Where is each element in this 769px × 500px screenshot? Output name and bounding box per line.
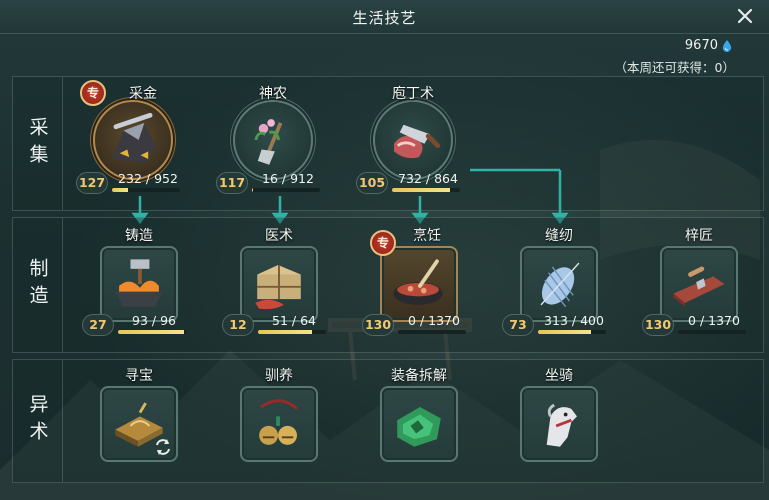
skill-sewing[interactable]: 缝纫 73 313 / 400 xyxy=(502,226,614,341)
skill-progress-bar xyxy=(118,330,186,334)
skill-name: 坐骑 xyxy=(545,368,573,384)
skill-level: 130 xyxy=(642,314,674,336)
horse-head-icon xyxy=(546,403,577,447)
skill-name: 驯养 xyxy=(265,368,293,384)
carpentry-plane-icon xyxy=(673,266,725,307)
skill-level: 130 xyxy=(362,314,394,336)
skill-name: 缝纫 xyxy=(545,228,573,244)
skill-treasure-hunt[interactable]: 寻宝 xyxy=(84,366,194,481)
skill-progress-text: 51 / 64 xyxy=(272,313,316,328)
skill-level: 73 xyxy=(502,314,534,336)
skill-progress-text: 0 / 1370 xyxy=(688,313,740,328)
skill-tile xyxy=(100,386,178,462)
skill-tree-connectors xyxy=(131,168,569,225)
skill-equipment-dismantle[interactable]: 装备拆解 xyxy=(364,366,474,481)
skill-name: 烹饪 xyxy=(413,228,441,244)
skill-name: 医术 xyxy=(265,228,293,244)
jade-shards-icon xyxy=(397,406,441,447)
skill-tile xyxy=(660,246,738,322)
skill-progress-text: 313 / 400 xyxy=(544,313,604,328)
skill-progress-bar xyxy=(538,330,606,334)
skill-medicine[interactable]: 医术 12 51 / 64 xyxy=(222,226,334,341)
forge-hammer-icon xyxy=(115,259,163,307)
skill-name: 寻宝 xyxy=(125,368,153,384)
skill-mount[interactable]: 坐骑 xyxy=(504,366,614,481)
skill-forging[interactable]: 铸造 27 93 / 96 xyxy=(82,226,194,341)
skill-progress-text: 93 / 96 xyxy=(132,313,176,328)
skill-tile xyxy=(240,246,318,322)
skill-tile xyxy=(520,386,598,462)
skill-cooking[interactable]: 专 烹饪 130 0 / 1370 xyxy=(362,226,474,341)
skill-carpentry[interactable]: 梓匠 130 0 / 1370 xyxy=(642,226,754,341)
bells-icon xyxy=(259,399,298,445)
progress-fill xyxy=(258,330,313,334)
skill-progress-text: 0 / 1370 xyxy=(408,313,460,328)
skill-tile xyxy=(380,246,458,322)
skill-tile xyxy=(240,386,318,462)
progress-fill xyxy=(538,330,592,334)
thread-spool-icon xyxy=(540,262,580,308)
row-label-crafting: 制造 xyxy=(13,218,63,352)
skill-level: 27 xyxy=(82,314,114,336)
row-label-text: 制造 xyxy=(26,258,49,312)
skill-tile xyxy=(100,246,178,322)
skill-progress-bar xyxy=(258,330,326,334)
skill-progress-bar xyxy=(678,330,746,334)
skill-name: 装备拆解 xyxy=(391,368,447,384)
skill-taming[interactable]: 驯养 xyxy=(224,366,334,481)
skill-name: 梓匠 xyxy=(685,228,713,244)
life-skills-window: 生活技艺 9670 （本周还可获得：0） 采集 专 采金 127 232 / 9… xyxy=(0,0,769,500)
row-label-text: 异术 xyxy=(26,394,49,448)
progress-fill xyxy=(118,330,184,334)
skill-name: 铸造 xyxy=(125,228,153,244)
skill-tile xyxy=(380,386,458,462)
medicine-pack-icon xyxy=(255,265,301,310)
skill-progress-bar xyxy=(398,330,466,334)
cooking-wok-icon xyxy=(393,259,443,305)
skill-tile xyxy=(520,246,598,322)
row-label-special: 异术 xyxy=(13,360,63,482)
skill-level: 12 xyxy=(222,314,254,336)
refresh-icon[interactable] xyxy=(152,436,174,458)
